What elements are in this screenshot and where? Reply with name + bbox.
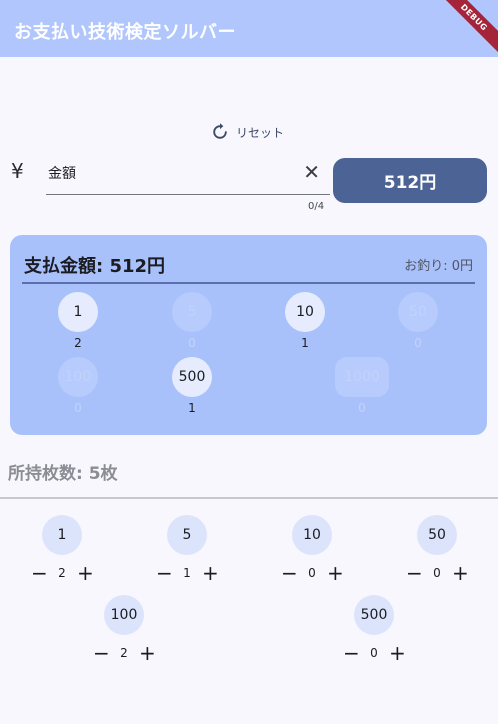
amount-label: 金額	[48, 166, 76, 182]
stock-coin-100: 100 − 2 +	[84, 595, 164, 663]
quantity-stepper: − 1 +	[156, 563, 219, 583]
coin-chip: 10	[285, 292, 325, 332]
result-coin-1: 1 2	[58, 292, 98, 350]
decrement-button[interactable]: −	[156, 563, 173, 583]
app-bar: お支払い技術検定ソルバー	[0, 0, 498, 57]
result-coin-100: 100 0	[58, 357, 98, 415]
reset-button[interactable]: リセット	[210, 121, 284, 143]
quantity-value: 2	[58, 566, 66, 580]
amount-input[interactable]: 金額 ✕	[46, 157, 330, 195]
result-bill-1000: 1000 0	[335, 357, 389, 415]
result-coin-50: 50 0	[398, 292, 438, 350]
coin-chip: 100	[58, 357, 98, 397]
coin-count: 1	[301, 336, 309, 350]
coin-chip: 500	[172, 357, 212, 397]
increment-button[interactable]: +	[389, 643, 406, 663]
decrement-button[interactable]: −	[406, 563, 423, 583]
quantity-value: 2	[120, 646, 128, 660]
coin-chip: 5	[172, 292, 212, 332]
quantity-value: 0	[433, 566, 441, 580]
refresh-icon	[213, 123, 227, 139]
coin-chip: 1	[58, 292, 98, 332]
result-coin-500: 500 1	[172, 357, 212, 415]
stock-coin-10: 10 − 0 +	[272, 515, 352, 583]
bill-chip: 1000	[335, 357, 389, 397]
decrement-button[interactable]: −	[93, 643, 110, 663]
divider	[0, 497, 498, 499]
coin-chip: 100	[104, 595, 144, 635]
change-amount: お釣り: 0円	[404, 259, 473, 274]
quantity-stepper: − 2 +	[93, 643, 156, 663]
payment-amount: 支払金額: 512円	[24, 256, 166, 277]
stock-coin-5: 5 − 1 +	[147, 515, 227, 583]
owned-count-title: 所持枚数: 5枚	[8, 464, 118, 484]
stock-coin-1: 1 − 2 +	[22, 515, 102, 583]
quantity-value: 0	[370, 646, 378, 660]
quantity-stepper: − 0 +	[406, 563, 469, 583]
character-counter: 0/4	[308, 201, 325, 212]
calculate-button[interactable]: 512円	[333, 158, 487, 203]
increment-button[interactable]: +	[139, 643, 156, 663]
coin-count: 0	[358, 401, 366, 415]
result-coin-10: 10 1	[285, 292, 325, 350]
app-title: お支払い技術検定ソルバー	[14, 22, 236, 43]
coin-count: 2	[74, 336, 82, 350]
payment-result-card: 支払金額: 512円 お釣り: 0円 1 2 5 0 10 1 50 0 100…	[10, 235, 487, 435]
coin-chip: 10	[292, 515, 332, 555]
quantity-stepper: − 0 +	[281, 563, 344, 583]
quantity-stepper: − 2 +	[31, 563, 94, 583]
yen-icon: ¥	[11, 159, 24, 183]
stock-coin-50: 50 − 0 +	[397, 515, 477, 583]
increment-button[interactable]: +	[202, 563, 219, 583]
coin-chip: 1	[42, 515, 82, 555]
coin-chip: 500	[354, 595, 394, 635]
coin-count: 1	[188, 401, 196, 415]
quantity-value: 1	[183, 566, 191, 580]
coin-chip: 50	[398, 292, 438, 332]
coin-chip: 5	[167, 515, 207, 555]
result-coin-5: 5 0	[172, 292, 212, 350]
divider	[22, 282, 475, 284]
quantity-value: 0	[308, 566, 316, 580]
coin-count: 0	[188, 336, 196, 350]
reset-label: リセット	[236, 125, 285, 140]
coin-count: 0	[74, 401, 82, 415]
coin-chip: 50	[417, 515, 457, 555]
increment-button[interactable]: +	[77, 563, 94, 583]
increment-button[interactable]: +	[327, 563, 344, 583]
decrement-button[interactable]: −	[31, 563, 48, 583]
stock-coin-500: 500 − 0 +	[334, 595, 414, 663]
coin-count: 0	[414, 336, 422, 350]
decrement-button[interactable]: −	[343, 643, 360, 663]
increment-button[interactable]: +	[452, 563, 469, 583]
quantity-stepper: − 0 +	[343, 643, 406, 663]
close-icon[interactable]: ✕	[303, 160, 320, 184]
decrement-button[interactable]: −	[281, 563, 298, 583]
